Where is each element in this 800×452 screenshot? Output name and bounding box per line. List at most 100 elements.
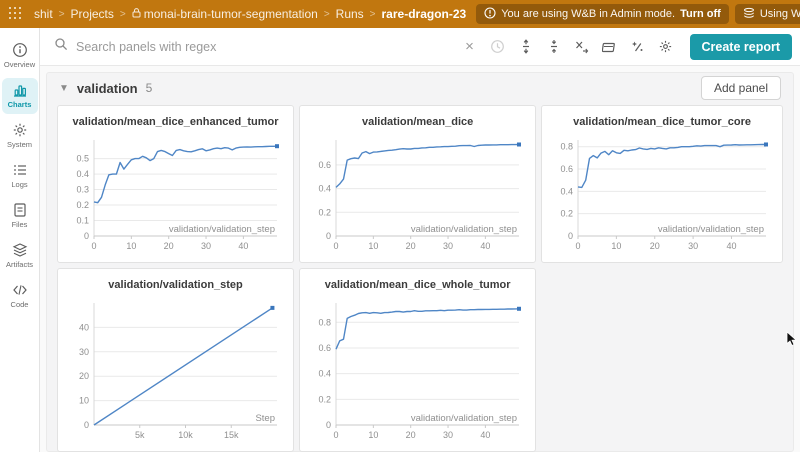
clear-search-icon[interactable]: × <box>458 35 482 59</box>
panels-content: ▼ validation 5 Add panel validation/mean… <box>40 66 800 452</box>
svg-text:40: 40 <box>727 241 737 251</box>
breadcrumb-separator: > <box>370 9 376 20</box>
svg-text:0.1: 0.1 <box>76 216 89 226</box>
svg-text:40: 40 <box>480 241 490 251</box>
wandb-logo-icon[interactable] <box>8 6 22 22</box>
svg-text:0: 0 <box>334 430 339 440</box>
chart-plot[interactable]: 00.10.20.30.40.5010203040validation/vali… <box>64 134 285 256</box>
svg-text:0.2: 0.2 <box>76 200 89 210</box>
svg-text:0: 0 <box>568 231 573 241</box>
section-title[interactable]: validation <box>77 81 138 96</box>
chevron-down-icon[interactable]: ▼ <box>59 83 69 94</box>
sidebar-item-label: System <box>7 140 32 149</box>
sidebar-item-charts[interactable]: Charts <box>2 78 38 114</box>
panel-validation-step[interactable]: validation/validation_step 0102030405k10… <box>57 268 294 452</box>
sidebar-item-artifacts[interactable]: Artifacts <box>2 238 38 274</box>
chart-plot[interactable]: 00.20.40.6010203040validation/validation… <box>306 134 527 256</box>
admin-turn-off-button[interactable]: Turn off <box>680 8 721 20</box>
svg-text:10: 10 <box>368 430 378 440</box>
svg-text:0.8: 0.8 <box>319 317 332 327</box>
breadcrumb-run-name: rare-dragon-23 <box>382 7 467 21</box>
svg-text:validation/validation_step: validation/validation_step <box>658 224 764 235</box>
panel-mean-dice[interactable]: validation/mean_dice 00.20.40.6010203040… <box>299 105 536 263</box>
settings-gear-icon[interactable] <box>654 35 678 59</box>
svg-text:20: 20 <box>650 241 660 251</box>
svg-text:0.4: 0.4 <box>76 169 89 179</box>
svg-text:0: 0 <box>84 231 89 241</box>
admin-mode-text: You are using W&B in Admin mode. <box>501 8 675 20</box>
sidebar-item-system[interactable]: System <box>2 118 38 154</box>
breadcrumb-runs[interactable]: Runs <box>336 7 364 21</box>
breadcrumb-projects[interactable]: Projects <box>71 7 114 21</box>
chart-plot[interactable]: 00.20.40.60.8010203040validation/validat… <box>548 134 774 256</box>
layers-icon <box>743 7 755 22</box>
chart-title: validation/mean_dice <box>306 110 529 134</box>
breadcrumb: shit > Projects > monai-brain-tumor-segm… <box>34 7 466 21</box>
svg-text:validation/validation_step: validation/validation_step <box>411 413 517 424</box>
validation-section: ▼ validation 5 Add panel validation/mean… <box>46 72 794 452</box>
add-panel-button[interactable]: Add panel <box>701 76 781 100</box>
alert-circle-icon <box>484 7 496 22</box>
svg-text:0: 0 <box>91 241 96 251</box>
svg-text:0: 0 <box>84 420 89 430</box>
svg-text:0: 0 <box>334 241 339 251</box>
section-panel-count: 5 <box>146 81 153 95</box>
file-icon <box>12 202 28 218</box>
chart-title: validation/mean_dice_whole_tumor <box>306 273 529 297</box>
svg-text:40: 40 <box>238 241 248 251</box>
info-icon <box>12 42 28 58</box>
svg-text:20: 20 <box>406 241 416 251</box>
chart-title: validation/mean_dice_tumor_core <box>548 110 776 134</box>
svg-text:0: 0 <box>326 420 331 430</box>
sidebar-item-label: Code <box>11 300 29 309</box>
breadcrumb-separator: > <box>324 9 330 20</box>
svg-text:30: 30 <box>79 347 89 357</box>
sidebar-item-label: Overview <box>4 60 35 69</box>
svg-text:20: 20 <box>406 430 416 440</box>
search-panels-input[interactable] <box>76 40 454 54</box>
svg-text:10: 10 <box>126 241 136 251</box>
svg-text:30: 30 <box>201 241 211 251</box>
outliers-icon[interactable] <box>570 35 594 59</box>
svg-text:5k: 5k <box>135 430 145 440</box>
sidebar-item-logs[interactable]: Logs <box>2 158 38 194</box>
collapse-panels-icon[interactable] <box>542 35 566 59</box>
panel-mean-dice-enhanced-tumor[interactable]: validation/mean_dice_enhanced_tumor 00.1… <box>57 105 294 263</box>
svg-text:validation/validation_step: validation/validation_step <box>169 224 275 235</box>
panel-grid: validation/mean_dice_enhanced_tumor 00.1… <box>55 103 785 452</box>
chart-title: validation/validation_step <box>64 273 287 297</box>
svg-text:10: 10 <box>368 241 378 251</box>
svg-text:0.2: 0.2 <box>319 207 332 217</box>
lock-icon <box>132 7 141 21</box>
svg-text:validation/validation_step: validation/validation_step <box>411 224 517 235</box>
sidebar-item-code[interactable]: Code <box>2 278 38 314</box>
breadcrumb-project[interactable]: monai-brain-tumor-segmentation <box>132 7 318 21</box>
panel-mean-dice-tumor-core[interactable]: validation/mean_dice_tumor_core 00.20.40… <box>541 105 783 263</box>
breadcrumb-user[interactable]: shit <box>34 7 53 21</box>
create-report-button[interactable]: Create report <box>690 34 793 60</box>
sidebar-item-label: Artifacts <box>6 260 33 269</box>
sidebar-item-label: Logs <box>11 180 27 189</box>
svg-text:0.2: 0.2 <box>319 394 332 404</box>
history-clock-icon <box>486 35 510 59</box>
chart-plot[interactable]: 00.20.40.60.8010203040validation/validat… <box>306 297 527 445</box>
svg-text:0.6: 0.6 <box>561 164 574 174</box>
sidebar-item-label: Charts <box>8 100 32 109</box>
svg-text:0.4: 0.4 <box>561 186 574 196</box>
sidebar-item-overview[interactable]: Overview <box>2 38 38 74</box>
stacked-layers-icon <box>12 242 28 258</box>
list-icon <box>12 162 28 178</box>
sidebar-item-files[interactable]: Files <box>2 198 38 234</box>
expand-panels-icon[interactable] <box>514 35 538 59</box>
svg-text:15k: 15k <box>224 430 239 440</box>
svg-text:30: 30 <box>443 430 453 440</box>
sparkle-icon[interactable] <box>626 35 650 59</box>
search-icon <box>54 37 68 56</box>
svg-text:0.4: 0.4 <box>319 184 332 194</box>
svg-text:30: 30 <box>688 241 698 251</box>
breadcrumb-separator: > <box>120 9 126 20</box>
panel-mean-dice-whole-tumor[interactable]: validation/mean_dice_whole_tumor 00.20.4… <box>299 268 536 452</box>
panel-layout-icon[interactable] <box>598 35 622 59</box>
svg-text:0: 0 <box>576 241 581 251</box>
chart-plot[interactable]: 0102030405k10k15kStep <box>64 297 285 445</box>
